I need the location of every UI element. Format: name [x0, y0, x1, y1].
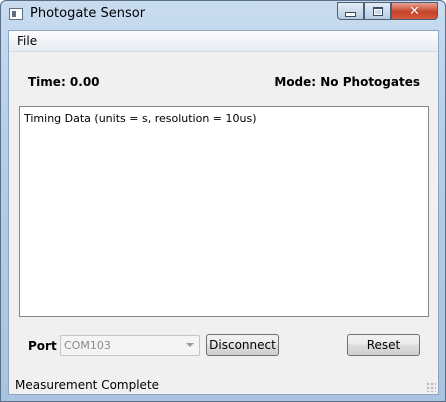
- chevron-down-icon: [186, 343, 194, 347]
- status-bar-text: Measurement Complete: [15, 378, 160, 392]
- minimize-button[interactable]: [337, 2, 364, 20]
- port-label: Port: [28, 339, 57, 353]
- minimize-icon: [345, 11, 356, 17]
- reset-button[interactable]: Reset: [347, 334, 420, 356]
- disconnect-button[interactable]: Disconnect: [206, 334, 279, 356]
- maximize-button[interactable]: [364, 2, 391, 20]
- timing-data-textarea[interactable]: Timing Data (units = s, resolution = 10u…: [19, 106, 429, 317]
- menu-file[interactable]: File: [17, 34, 37, 48]
- resize-grip-icon[interactable]: [426, 382, 436, 392]
- app-window-icon[interactable]: [9, 8, 23, 20]
- close-button[interactable]: ✕: [391, 2, 438, 20]
- port-select[interactable]: COM103: [60, 335, 200, 356]
- time-readout: Time: 0.00: [28, 75, 100, 89]
- port-select-value: COM103: [64, 339, 111, 352]
- mode-readout: Mode: No Photogates: [274, 75, 420, 89]
- client-area: File Time: 0.00 Mode: No Photogates Timi…: [8, 30, 439, 395]
- window-title: Photogate Sensor: [30, 6, 146, 21]
- timing-data-text: Timing Data (units = s, resolution = 10u…: [24, 112, 257, 125]
- title-bar[interactable]: Photogate Sensor ✕: [1, 1, 445, 29]
- close-icon: ✕: [409, 3, 420, 19]
- menu-bar: File: [9, 31, 438, 52]
- maximize-icon: [372, 6, 383, 16]
- window-frame: Photogate Sensor ✕ File Time: 0.00 Mode:…: [0, 0, 446, 402]
